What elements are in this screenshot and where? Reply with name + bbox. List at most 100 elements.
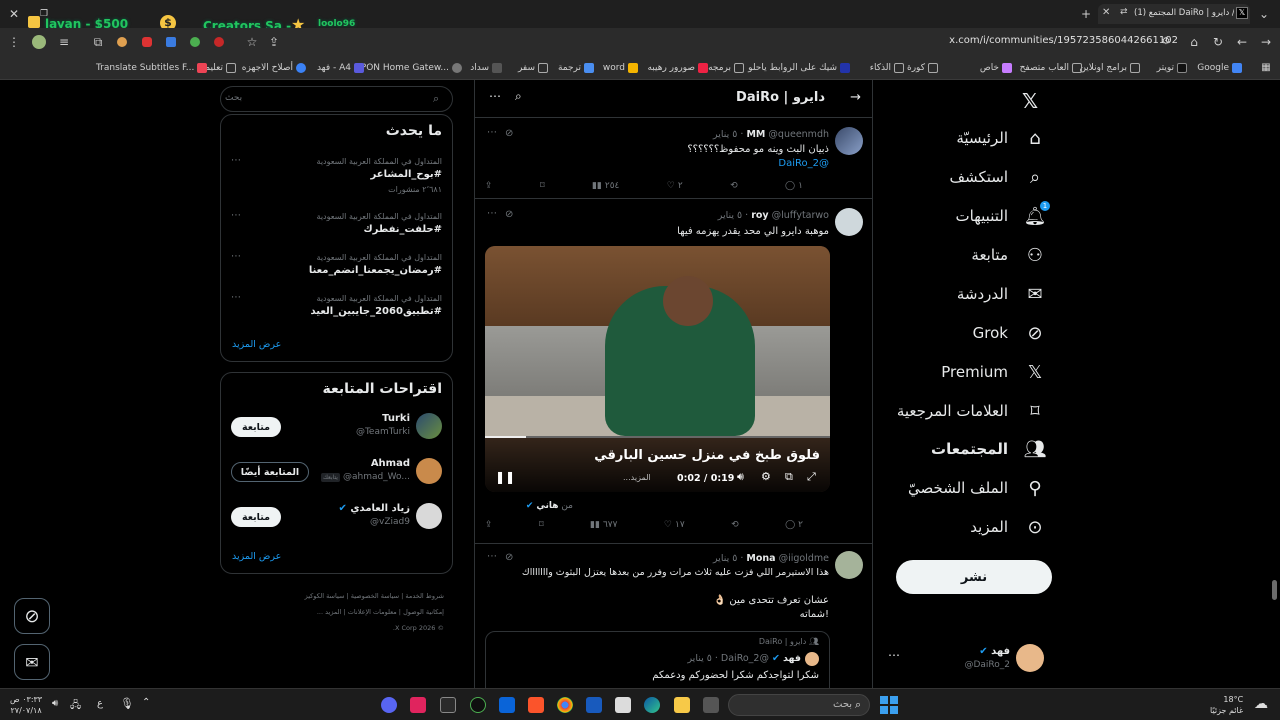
bookmark-translation[interactable]: ترجمة — [558, 60, 594, 76]
terms-link[interactable]: شروط الخدمة — [405, 592, 444, 600]
microphone-icon[interactable]: 🎙︎ — [120, 697, 134, 710]
menu-dots-icon[interactable]: ⋮ — [6, 34, 22, 50]
extension-icon-1[interactable]: ≡ — [56, 34, 72, 50]
bookmark-icon[interactable]: ⌑ — [539, 520, 544, 530]
video-player[interactable]: فلوق طبخ في منزل حسين البارقي ❚❚ ...المز… — [485, 246, 830, 492]
home-browser-icon[interactable]: ⌂ — [1186, 34, 1202, 50]
tweet-more-icon[interactable]: ⋯ — [487, 208, 497, 219]
bookmark-browser-games[interactable]: العاب متصفح — [1020, 60, 1082, 76]
bookmark-google[interactable]: Google — [1197, 60, 1242, 76]
bookmark-ai[interactable]: الذكاء — [870, 60, 904, 76]
bookmark-programming[interactable]: برمجه — [708, 60, 744, 76]
extension-icon-5[interactable] — [190, 37, 200, 47]
messages-floating-button[interactable]: ✉ — [14, 644, 50, 680]
retweet-button[interactable]: ⟲ — [731, 520, 739, 530]
nav-profile[interactable]: ⚲ الملف الشخصيّ — [908, 470, 1048, 506]
bookmark-fahad-a4[interactable]: فهد - A4 — [317, 60, 364, 76]
trend-more-icon[interactable]: ⋯ — [231, 251, 241, 262]
more-options-icon[interactable]: ⋯ — [489, 89, 501, 103]
follow-button[interactable]: متابعة — [231, 417, 281, 437]
bookmark-online-programs[interactable]: برامج اونلاين — [1079, 60, 1140, 76]
privacy-link[interactable]: سياسة الخصوصية — [351, 592, 399, 600]
brave-icon[interactable] — [528, 697, 544, 713]
follow-button[interactable]: متابعة — [231, 507, 281, 527]
taskbar-search[interactable]: ⌕ بحث — [728, 694, 870, 716]
url-text[interactable]: x.com/i/communities/1957235860442661102 — [949, 35, 1178, 46]
via-name[interactable]: هاني — [536, 501, 558, 511]
quoted-tweet[interactable]: 👥︎ دايرو | DaiRo فهد ✔ @DaiRo_2 · ٥ يناي… — [485, 631, 830, 688]
show-more-trends[interactable]: عرض المزيد — [232, 339, 281, 350]
bookmark-word[interactable]: word — [603, 60, 638, 76]
trend-item[interactable]: المتداول في المملكة العربية السعودية #رم… — [221, 251, 452, 281]
xbox-app-icon[interactable] — [440, 697, 456, 713]
windows-start-icon[interactable] — [880, 696, 898, 714]
tray-chevron-icon[interactable]: ⌃ — [142, 697, 150, 708]
like-button[interactable]: ♡ ٢ — [667, 181, 683, 191]
address-bar[interactable]: x.com/i/communities/1957235860442661102 — [290, 32, 1178, 52]
word-icon[interactable] — [586, 697, 602, 713]
cookies-link[interactable]: سياسة الكوكيز — [305, 592, 345, 600]
bookmark-translate-subtitles[interactable]: Translate Subtitles F... — [96, 60, 208, 76]
taskbar-search-placeholder[interactable]: بحث — [833, 699, 852, 710]
page-scrollbar[interactable] — [1272, 580, 1277, 600]
active-tab[interactable]: ✕ ⇄ (1) المجتمع DaiRo | دايرو / X 𝕏 — [1098, 4, 1250, 24]
nav-bookmarks[interactable]: ⌑ العلامات المرجعية — [897, 393, 1048, 429]
share-icon[interactable]: ⇪ — [485, 181, 493, 191]
nav-explore[interactable]: ⌕ استكشف — [950, 159, 1048, 195]
task-view-icon[interactable] — [703, 697, 719, 713]
back-arrow-icon[interactable]: → — [850, 90, 861, 105]
network-icon[interactable]: 🖧︎ — [70, 698, 81, 715]
search-placeholder[interactable]: بحث — [225, 93, 242, 103]
nav-chat[interactable]: ✉ الدردشة — [957, 276, 1048, 312]
follow-suggestion[interactable]: زياد العامدي ✔ @vZiad9 متابعة — [221, 501, 452, 535]
extension-icon-4[interactable] — [166, 37, 176, 47]
extension-icon-2[interactable] — [117, 37, 127, 47]
show-more-suggestions[interactable]: عرض المزيد — [232, 551, 281, 562]
nav-follow[interactable]: ⚇ متابعة — [971, 237, 1048, 273]
language-indicator[interactable]: ع — [97, 698, 103, 709]
profile-avatar-icon[interactable] — [32, 35, 46, 49]
post-button[interactable]: نشر — [896, 560, 1052, 594]
back-icon[interactable]: ← — [1234, 34, 1250, 50]
trend-more-icon[interactable]: ⋯ — [231, 292, 241, 303]
app-icon-red[interactable] — [410, 697, 426, 713]
tab-close-icon[interactable]: ✕ — [1102, 7, 1110, 18]
close-window-icon[interactable]: ✕ — [6, 6, 22, 22]
account-more-icon[interactable]: ⋯ — [888, 648, 900, 662]
nav-more[interactable]: ⊙ المزيد — [970, 509, 1048, 545]
extension-icon-6[interactable] — [214, 37, 224, 47]
settings-icon[interactable]: ⚙ — [761, 470, 771, 483]
tab-search-icon[interactable]: ⌄ — [1256, 6, 1272, 22]
trend-item[interactable]: المتداول في المملكة العربية السعودية #تط… — [221, 292, 452, 322]
views-count[interactable]: ▮▮ ٦٧٧ — [590, 520, 617, 530]
bookmark-twitter[interactable]: تويتر — [1157, 60, 1187, 76]
trend-item[interactable]: المتداول في المملكة العربية السعودية #بو… — [221, 155, 452, 195]
tab-mute-icon[interactable]: ⇄ — [1120, 7, 1128, 17]
weather-widget[interactable]: 18°C غائم جزئيًا — [1210, 694, 1243, 716]
reply-button[interactable]: ◯ ١ — [785, 181, 803, 191]
discord-icon[interactable] — [381, 697, 397, 713]
trend-more-icon[interactable]: ⋯ — [231, 210, 241, 221]
bookmark-device-repair[interactable]: أصلاح الاجهزه — [242, 60, 306, 76]
volume-icon[interactable]: 🔊︎ — [52, 698, 58, 709]
extension-icon-3[interactable] — [142, 37, 152, 47]
reload-icon[interactable]: ↻ — [1210, 34, 1226, 50]
trend-item[interactable]: المتداول في المملكة العربية السعودية #حل… — [221, 210, 452, 240]
edge-icon[interactable] — [644, 697, 660, 713]
forward-icon[interactable]: → — [1258, 34, 1274, 50]
account-switcher[interactable]: ⋯ فهد ✔ @DaiRo_2 — [884, 638, 1056, 678]
tweet[interactable]: MM @queenmdh · ٥ يناير ⊘ ⋯ ذبيان البث وي… — [475, 119, 872, 199]
clock[interactable]: ٠٣:٣٣ ص ٢٧/٠٧/١٨ — [10, 694, 42, 716]
bookmark-private[interactable]: خاص — [980, 60, 1012, 76]
retweet-button[interactable]: ⟲ — [730, 181, 738, 191]
x-logo-icon[interactable]: 𝕏 — [1022, 89, 1038, 113]
ads-info-link[interactable]: معلومات الإعلانات — [348, 608, 397, 616]
volume-icon[interactable]: 🔊︎ — [737, 470, 744, 484]
nav-communities[interactable]: 👥︎ المجتمعات — [931, 431, 1048, 467]
more-link[interactable]: المزيد ... — [317, 608, 342, 616]
tweet-more-icon[interactable]: ⋯ — [487, 127, 497, 138]
share-icon[interactable]: ⇪ — [266, 34, 282, 50]
grok-icon[interactable]: ⊘ — [505, 552, 513, 563]
chrome-icon[interactable] — [557, 697, 573, 713]
fullscreen-icon[interactable]: ⤢ — [807, 470, 816, 484]
